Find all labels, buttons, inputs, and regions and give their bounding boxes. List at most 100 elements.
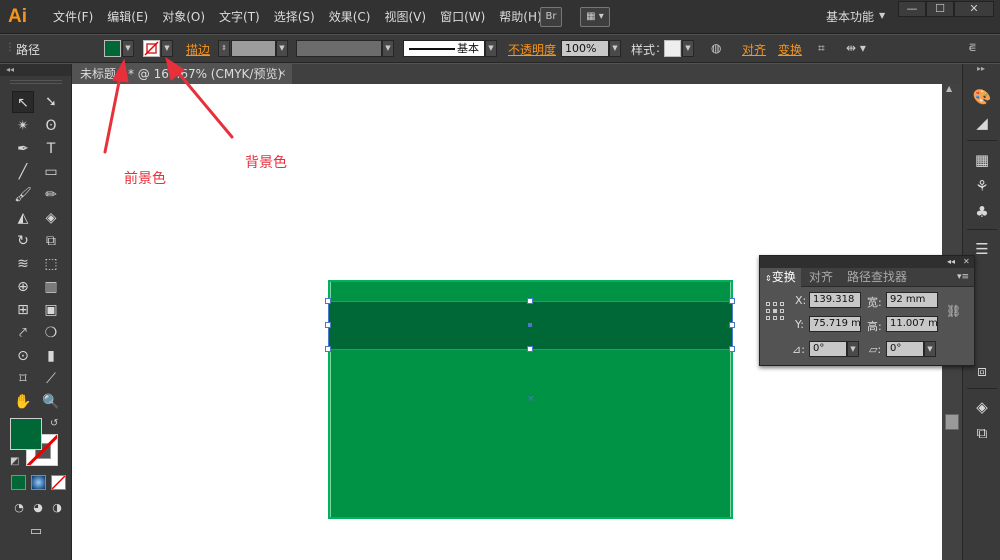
shear-dropdown[interactable]: ▼ [924, 341, 936, 357]
paintbrush-tool-icon[interactable]: 🖌 [12, 184, 34, 206]
gradient-mode-button[interactable] [31, 475, 46, 490]
width-input[interactable]: 92 mm [886, 292, 938, 308]
fill-dropdown[interactable]: ▼ [122, 40, 134, 57]
eraser-tool-icon[interactable]: ◈ [40, 207, 62, 229]
fill-swatch[interactable] [104, 40, 121, 57]
transform-panel-title-bar[interactable]: ◂◂ ✕ [760, 256, 974, 268]
height-input[interactable]: 11.007 m [886, 316, 938, 332]
brushes-panel-icon[interactable]: ⚘ [971, 175, 993, 197]
handle-bottom-right[interactable] [729, 346, 735, 352]
align-panel-link[interactable]: 对齐 [742, 41, 766, 58]
rotate-input[interactable]: 0° [809, 341, 847, 357]
x-input[interactable]: 139.318 [809, 292, 861, 308]
handle-middle-right[interactable] [729, 322, 735, 328]
handle-top-right[interactable] [729, 298, 735, 304]
panel-menu-icon[interactable]: ⋷ [968, 41, 977, 55]
type-tool-icon[interactable]: T [40, 138, 62, 160]
artboards-icon[interactable]: ⧉ [971, 422, 993, 444]
workspace-switcher[interactable]: 基本功能 [826, 8, 874, 25]
layers-panel-icon[interactable]: ◈ [971, 396, 993, 418]
symbols-panel-icon[interactable]: ♣ [971, 201, 993, 223]
blend-tool-icon[interactable]: ❍ [40, 322, 62, 344]
screen-mode-icon[interactable]: ▭ [25, 521, 47, 543]
scroll-up-icon[interactable]: ▲ [946, 84, 952, 93]
y-input[interactable]: 75.719 m [809, 316, 861, 332]
constrain-proportions-icon[interactable]: ⛓ [946, 304, 961, 318]
gradient-tool-icon[interactable]: ▣ [40, 299, 62, 321]
lasso-tool-icon[interactable]: ʘ [40, 115, 62, 137]
pencil-tool-icon[interactable]: ✏ [40, 184, 62, 206]
menu-view[interactable]: 视图(V) [377, 0, 433, 34]
minimize-button[interactable]: — [898, 1, 926, 17]
fill-color-box[interactable] [10, 418, 42, 450]
recolor-icon[interactable]: ◍ [711, 41, 721, 55]
tab-transform[interactable]: ⇕变换 [760, 268, 801, 287]
blob-brush-tool-icon[interactable]: ◭ [12, 207, 34, 229]
free-transform-tool-icon[interactable]: ⬚ [40, 253, 62, 275]
swatches-panel-icon[interactable]: ▦ [971, 149, 993, 171]
tab-align[interactable]: 对齐 [804, 268, 838, 287]
perspective-grid-tool-icon[interactable]: ▥ [40, 276, 62, 298]
brush-definition-field[interactable]: 基本 [403, 40, 485, 57]
graph-tool-icon[interactable]: ▮ [40, 345, 62, 367]
arrange-documents-button[interactable]: ▦ ▾ [580, 7, 610, 27]
color-panel-icon[interactable]: 🎨 [971, 86, 993, 108]
rotate-dropdown[interactable]: ▼ [847, 341, 859, 357]
isolate-icon[interactable]: ⌗ [818, 41, 825, 56]
transform-panel-link[interactable]: 变换 [778, 41, 802, 58]
draw-behind-icon[interactable]: ◕ [29, 497, 47, 519]
rotate-tool-icon[interactable]: ↻ [12, 230, 34, 252]
none-mode-button[interactable] [51, 475, 66, 490]
stroke-weight-stepper[interactable]: ⇕ [218, 40, 230, 57]
handle-middle-left[interactable] [325, 322, 331, 328]
scale-tool-icon[interactable]: ⧉ [40, 230, 62, 252]
stroke-weight-dropdown[interactable]: ▼ [276, 40, 288, 57]
menu-window[interactable]: 窗口(W) [433, 0, 492, 34]
handle-bottom-center[interactable] [527, 346, 533, 352]
default-colors-icon[interactable]: ◩ [10, 456, 19, 467]
tools-grip[interactable] [10, 80, 62, 84]
brush-dropdown[interactable]: ▼ [485, 40, 497, 57]
menu-type[interactable]: 文字(T) [212, 0, 267, 34]
arrange-icon[interactable]: ⇹ ▾ [846, 41, 866, 55]
opacity-dropdown[interactable]: ▼ [609, 40, 621, 57]
tab-pathfinder[interactable]: 路径查找器 [842, 268, 912, 287]
artboard-tool-icon[interactable]: ⌑ [12, 368, 34, 390]
color-guide-icon[interactable]: ◢ [971, 112, 993, 134]
panel-collapse-icon[interactable]: ◂◂ [947, 256, 955, 268]
stroke-swatch[interactable] [143, 40, 160, 57]
menu-edit[interactable]: 编辑(E) [100, 0, 155, 34]
menu-select[interactable]: 选择(S) [267, 0, 322, 34]
swap-colors-icon[interactable]: ↺ [50, 418, 58, 429]
panel-menu-icon[interactable]: ▾≡ [957, 268, 969, 287]
close-window-button[interactable]: ✕ [954, 1, 994, 17]
bridge-button[interactable]: Br [540, 7, 562, 27]
panel-close-icon[interactable]: ✕ [963, 256, 970, 268]
opacity-field[interactable]: 100% [561, 40, 609, 57]
draw-normal-icon[interactable]: ◔ [10, 497, 28, 519]
style-dropdown[interactable]: ▼ [682, 40, 694, 57]
eyedropper-tool-icon[interactable]: ⤤ [12, 322, 34, 344]
slice-tool-icon[interactable]: ⟋ [40, 368, 62, 390]
magic-wand-tool-icon[interactable]: ✴ [12, 115, 34, 137]
menu-object[interactable]: 对象(O) [155, 0, 212, 34]
stroke-panel-link[interactable]: 描边 [186, 41, 210, 58]
menu-effect[interactable]: 效果(C) [322, 0, 378, 34]
menu-file[interactable]: 文件(F) [46, 0, 100, 34]
width-tool-icon[interactable]: ≋ [12, 253, 34, 275]
close-tab-icon[interactable]: × [278, 64, 286, 84]
variable-width-field[interactable] [296, 40, 382, 57]
selection-tool-icon[interactable]: ↖ [12, 91, 34, 113]
tools-collapse-icon[interactable]: ◂◂ [0, 64, 71, 76]
draw-inside-icon[interactable]: ◑ [48, 497, 66, 519]
shear-input[interactable]: 0° [886, 341, 924, 357]
pen-tool-icon[interactable]: ✒ [12, 138, 34, 160]
dock-collapse-icon[interactable]: ▸▸ [977, 64, 985, 73]
shape-builder-tool-icon[interactable]: ⊕ [12, 276, 34, 298]
line-tool-icon[interactable]: ╱ [12, 161, 34, 183]
symbol-sprayer-tool-icon[interactable]: ⊙ [12, 345, 34, 367]
reference-point-icon[interactable] [766, 302, 784, 320]
scrollbar-thumb[interactable] [945, 414, 959, 430]
style-swatch[interactable] [664, 40, 681, 57]
rectangle-tool-icon[interactable]: ▭ [40, 161, 62, 183]
